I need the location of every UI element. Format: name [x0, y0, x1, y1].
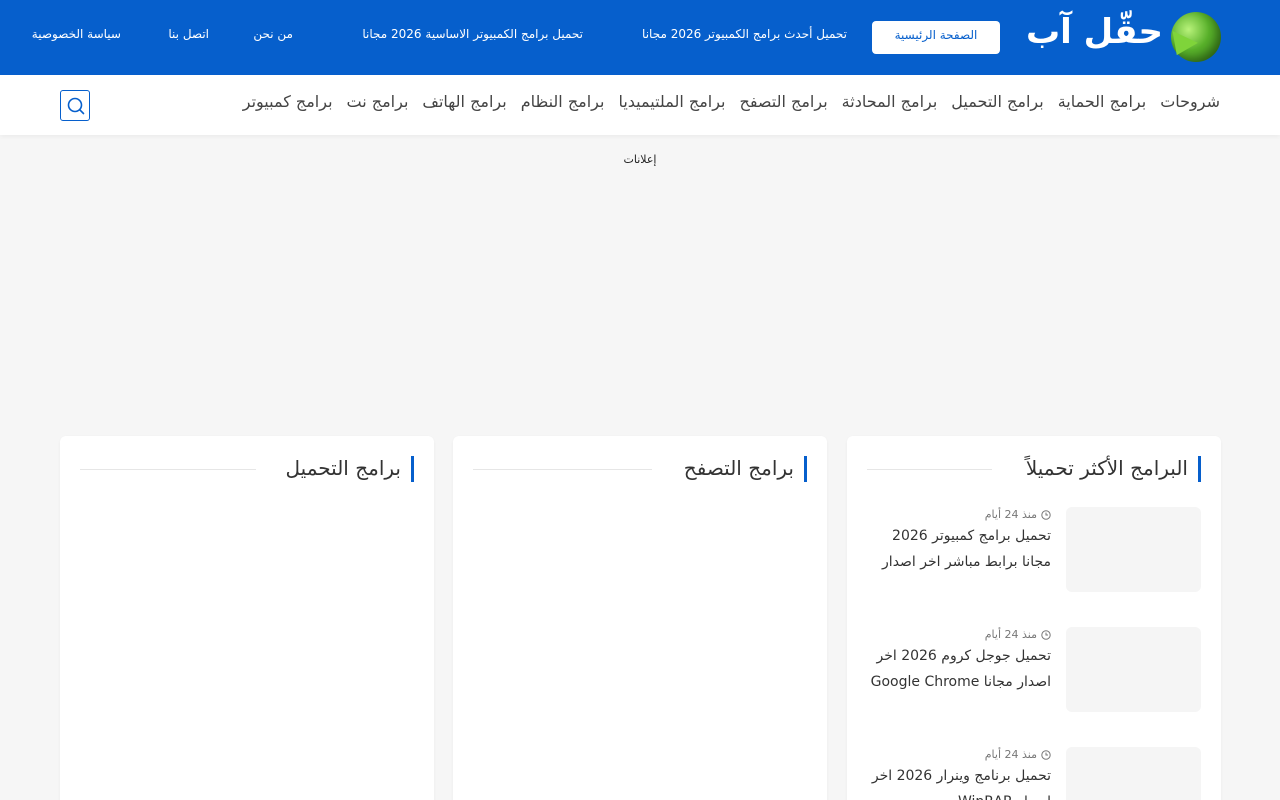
nav-item-internet-programs[interactable]: برامج نت — [347, 92, 409, 111]
top-bar: حقّل آب الصفحة الرئيسية تحميل أحدث برامج… — [0, 0, 1280, 75]
section-download-programs: برامج التحميل — [60, 436, 434, 800]
section-divider — [473, 469, 652, 470]
nav-item-system-programs[interactable]: برامج النظام — [521, 92, 605, 111]
top-link-contact[interactable]: اتصل بنا — [168, 27, 209, 41]
nav-item-multimedia-programs[interactable]: برامج الملتيميديا — [618, 92, 725, 111]
ads-label: إعلانات — [623, 153, 657, 166]
clock-icon — [1041, 629, 1051, 640]
section-title: البرامج الأكثر تحميلاً — [1026, 456, 1201, 482]
post-title[interactable]: تحميل برامج كمبيوتر 2026 مجانا برابط مبا… — [867, 523, 1051, 575]
post-time: منذ 24 أيام — [984, 748, 1037, 761]
post-thumbnail[interactable] — [1066, 507, 1201, 592]
top-link-about[interactable]: من نحن — [253, 27, 293, 41]
section-title: برامج التحميل — [286, 456, 414, 482]
top-link-privacy[interactable]: سياسة الخصوصية — [32, 27, 121, 41]
top-link-latest-programs[interactable]: تحميل أحدث برامج الكمبيوتر 2026 مجانا — [642, 27, 847, 41]
nav-item-security-programs[interactable]: برامج الحماية — [1058, 92, 1147, 111]
main-nav: برامج كمبيوتر برامج نت برامج الهاتف برام… — [0, 75, 1280, 135]
post-title[interactable]: تحميل جوجل كروم 2026 اخر اصدار مجانا Goo… — [867, 643, 1051, 695]
list-item[interactable]: منذ 24 أيام تحميل برامج كمبيوتر 2026 مجا… — [867, 507, 1201, 597]
site-logo[interactable]: حقّل آب — [1018, 10, 1223, 66]
search-icon — [67, 97, 85, 115]
post-time: منذ 24 أيام — [984, 508, 1037, 521]
post-meta: منذ 24 أيام — [985, 508, 1051, 521]
section-divider — [867, 469, 992, 470]
search-button[interactable] — [60, 90, 90, 121]
nav-item-phone-programs[interactable]: برامج الهاتف — [422, 92, 506, 111]
section-title: برامج التصفح — [684, 456, 807, 482]
nav-item-chat-programs[interactable]: برامج المحادثة — [842, 92, 938, 111]
section-most-downloaded: البرامج الأكثر تحميلاً منذ 24 أيام تحميل… — [847, 436, 1221, 800]
nav-item-tutorials[interactable]: شروحات — [1160, 92, 1220, 111]
clock-icon — [1041, 749, 1051, 760]
post-time: منذ 24 أيام — [984, 628, 1037, 641]
post-meta: منذ 24 أيام — [985, 748, 1051, 761]
clock-icon — [1041, 509, 1051, 520]
nav-item-browser-programs[interactable]: برامج التصفح — [740, 92, 828, 111]
list-item[interactable]: منذ 24 أيام تحميل جوجل كروم 2026 اخر اصد… — [867, 627, 1201, 717]
list-item[interactable]: منذ 24 أيام تحميل برنامج وينرار 2026 اخر… — [867, 747, 1201, 800]
post-title[interactable]: تحميل برنامج وينرار 2026 اخر اصدار WinRA… — [867, 763, 1051, 800]
post-thumbnail[interactable] — [1066, 747, 1201, 800]
nav-item-computer-programs[interactable]: برامج كمبيوتر — [243, 92, 333, 111]
home-button[interactable]: الصفحة الرئيسية — [872, 21, 1000, 54]
section-divider — [80, 469, 256, 470]
section-browser-programs: برامج التصفح — [453, 436, 827, 800]
post-meta: منذ 24 أيام — [985, 628, 1051, 641]
logo-text: حقّل آب — [1026, 12, 1163, 52]
post-thumbnail[interactable] — [1066, 627, 1201, 712]
top-link-essential-programs[interactable]: تحميل برامج الكمبيوتر الاساسية 2026 مجان… — [362, 27, 583, 41]
nav-item-download-programs[interactable]: برامج التحميل — [951, 92, 1043, 111]
nav-list: برامج كمبيوتر برامج نت برامج الهاتف برام… — [243, 92, 1220, 111]
